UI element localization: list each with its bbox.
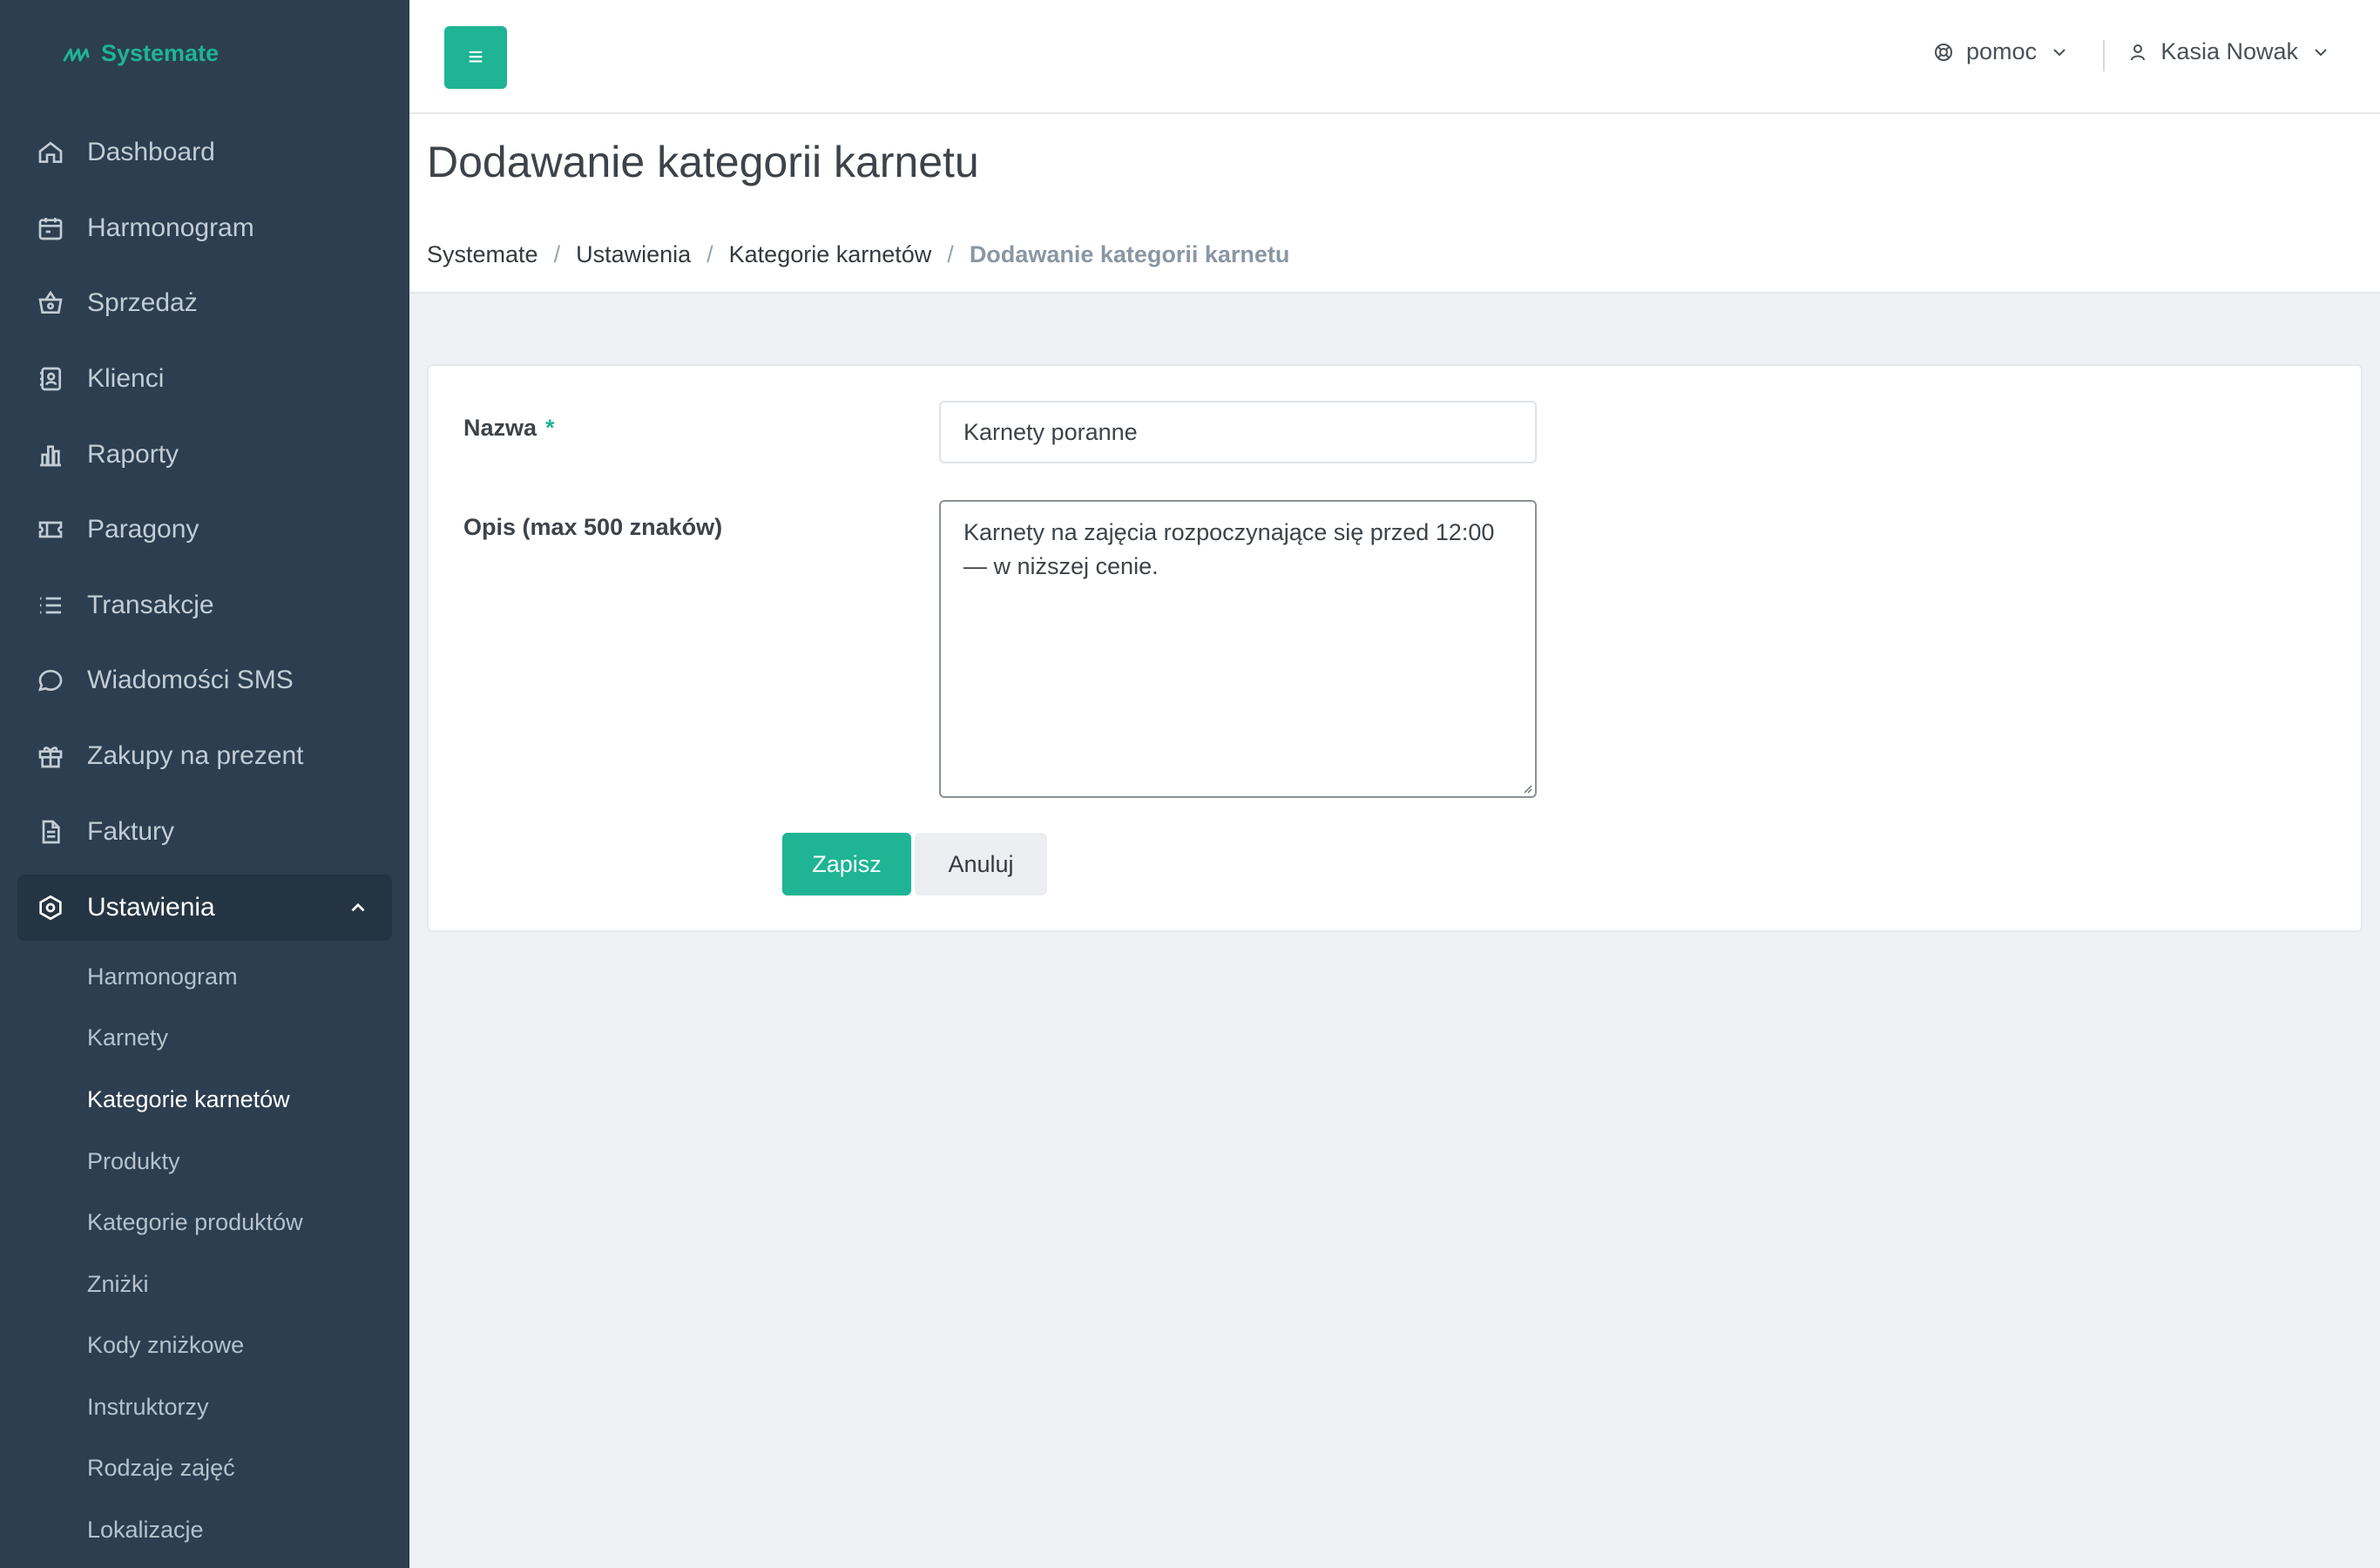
user-icon (2131, 44, 2146, 60)
sidebar-item-label: Dashboard (87, 138, 215, 167)
page-title: Dodawanie kategorii karnetu (427, 138, 979, 186)
user-name: Kasia Nowak (2160, 38, 2298, 64)
description-textarea[interactable]: Karnety na zajęcia rozpoczynające się pr… (939, 500, 1537, 798)
home-icon (35, 137, 66, 168)
sidebar-item-label: Raporty (87, 439, 179, 469)
page-header: Dodawanie kategorii karnetu Systemate / … (409, 114, 2380, 294)
sidebar-item-label: Harmonogram (87, 213, 254, 242)
sidebar-nav: Dashboard Harmonogram Sprzedaż Klienci R… (0, 115, 409, 1561)
brand-logo[interactable]: Systemate (63, 40, 219, 67)
sidebar-item-label: Zakupy na prezent (87, 741, 304, 771)
sidebar-item-sprzedaz[interactable]: Sprzedaż (0, 266, 409, 341)
subnav-item-produkty[interactable]: Produkty (0, 1131, 409, 1193)
lifebuoy-icon (1934, 43, 1952, 61)
sidebar-item-label: Wiadomości SMS (87, 666, 294, 695)
cancel-button[interactable]: Anuluj (915, 833, 1047, 896)
chevron-down-icon (2315, 48, 2327, 56)
calendar-icon (35, 213, 66, 244)
gift-icon (35, 740, 66, 772)
help-label: pomoc (1965, 38, 2037, 64)
breadcrumb-item-current: Dodawanie kategorii karnetu (969, 241, 1290, 267)
name-input[interactable]: Karnety poranne (939, 401, 1537, 463)
breadcrumb-separator: / (947, 241, 954, 267)
chat-bubble-icon (35, 665, 66, 696)
subnav-item-kategorie-karnetow[interactable]: Kategorie karnetów (0, 1069, 409, 1131)
sidebar-item-label: Ustawienia (87, 892, 215, 922)
sidebar-item-ustawienia[interactable]: Ustawienia (17, 874, 392, 941)
subnav-item-karnety[interactable]: Karnety (0, 1008, 409, 1070)
resize-grip-icon[interactable] (1519, 781, 1533, 794)
sidebar-item-dashboard[interactable]: Dashboard (0, 115, 409, 191)
bar-chart-icon (35, 439, 66, 470)
brand-name: Systemate (101, 40, 220, 66)
help-dropdown[interactable]: pomoc (1933, 38, 2070, 65)
chevron-down-icon (2053, 48, 2066, 56)
contacts-icon (35, 363, 66, 395)
sidebar: Systemate Dashboard Harmonogram Sprzedaż… (0, 0, 409, 1568)
description-label: Opis (max 500 znaków) (463, 514, 723, 540)
ticket-icon (35, 514, 66, 545)
hamburger-icon: ≡ (468, 43, 483, 71)
settings-hexagon-icon (35, 892, 66, 923)
save-button[interactable]: Zapisz (782, 833, 911, 896)
user-menu[interactable]: Kasia Nowak (2127, 38, 2331, 65)
subnav-item-znizki[interactable]: Zniżki (0, 1254, 409, 1315)
sidebar-item-label: Klienci (87, 364, 165, 394)
sidebar-item-transakcje[interactable]: Transakcje (0, 568, 409, 644)
description-text: Karnety na zajęcia rozpoczynające się pr… (963, 519, 1495, 579)
menu-toggle-button[interactable]: ≡ (444, 26, 507, 89)
sidebar-item-raporty[interactable]: Raporty (0, 416, 409, 492)
sidebar-item-wiadomosci-sms[interactable]: Wiadomości SMS (0, 643, 409, 719)
sidebar-item-label: Faktury (87, 816, 175, 846)
document-icon (35, 816, 66, 848)
breadcrumb-item-ustawienia[interactable]: Ustawienia (576, 241, 691, 268)
sidebar-item-label: Paragony (87, 515, 199, 544)
topbar: ≡ pomoc Kasia Nowak (409, 0, 2380, 114)
logo-icon (63, 48, 90, 61)
subnav-item-instruktorzy[interactable]: Instruktorzy (0, 1376, 409, 1438)
sidebar-item-paragony[interactable]: Paragony (0, 492, 409, 568)
topbar-divider (2103, 40, 2105, 71)
subnav-item-harmonogram[interactable]: Harmonogram (0, 946, 409, 1008)
breadcrumb-separator: / (707, 241, 713, 267)
form-card: Nazwa * Karnety poranne Opis (max 500 zna… (427, 364, 2363, 932)
subnav-item-lokalizacje[interactable]: Lokalizacje (0, 1499, 409, 1561)
sidebar-item-klienci[interactable]: Klienci (0, 341, 409, 417)
list-icon (35, 590, 66, 621)
name-label: Nazwa * (463, 415, 555, 442)
sidebar-item-zakupy-na-prezent[interactable]: Zakupy na prezent (0, 719, 409, 794)
subnav-item-rodzaje-zajec[interactable]: Rodzaje zajęć (0, 1438, 409, 1500)
breadcrumb-item-systemate[interactable]: Systemate (427, 241, 538, 268)
settings-subnav: Harmonogram Karnety Kategorie karnetów P… (0, 946, 409, 1561)
required-marker: * (545, 415, 555, 441)
breadcrumb-separator: / (553, 241, 561, 267)
breadcrumb: Systemate / Ustawienia / Kategorie karne… (427, 241, 1289, 268)
name-label-text: Nazwa (463, 415, 538, 441)
subnav-item-kody-znizkowe[interactable]: Kody zniżkowe (0, 1315, 409, 1377)
breadcrumb-item-kategorie-karnetow[interactable]: Kategorie karnetów (729, 241, 932, 268)
sidebar-item-faktury[interactable]: Faktury (0, 794, 409, 869)
chevron-up-icon[interactable] (347, 896, 369, 919)
sidebar-item-label: Sprzedaż (87, 288, 198, 318)
subnav-item-kategorie-produktow[interactable]: Kategorie produktów (0, 1192, 409, 1254)
sidebar-item-label: Transakcje (87, 590, 214, 619)
basket-icon (35, 287, 66, 319)
sidebar-item-harmonogram[interactable]: Harmonogram (0, 191, 409, 267)
